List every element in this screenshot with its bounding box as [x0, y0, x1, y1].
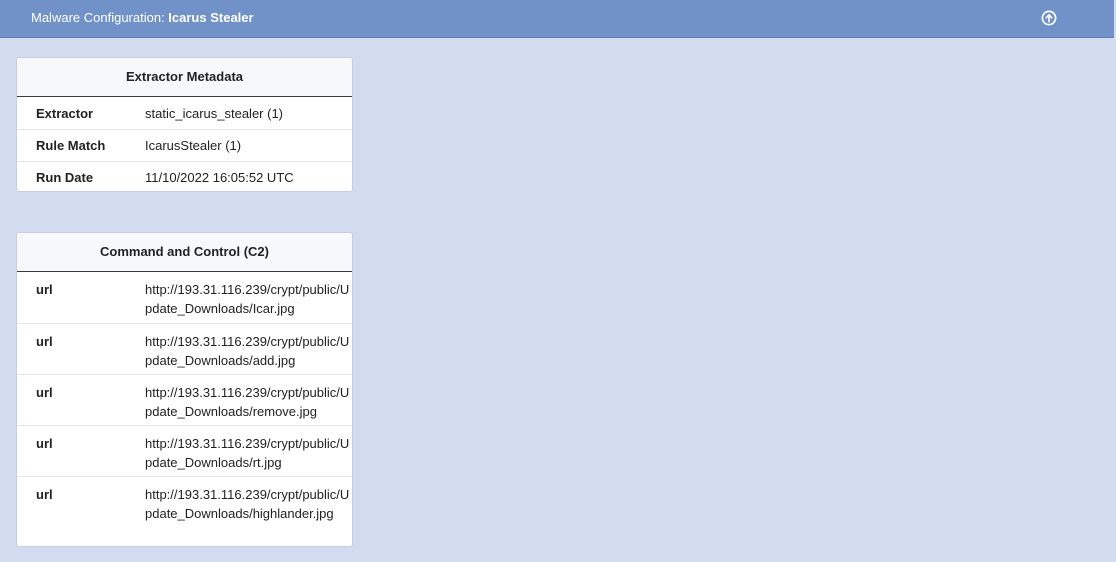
page-header: Malware Configuration: Icarus Stealer: [0, 0, 1114, 38]
extractor-metadata-card: Extractor Metadata Extractor static_icar…: [16, 57, 353, 192]
c2-row: url http://193.31.116.239/crypt/public/U…: [17, 476, 352, 546]
metadata-value: IcarusStealer (1): [145, 138, 242, 153]
circle-arrow-up-icon: [1041, 10, 1057, 26]
metadata-key: Rule Match: [36, 138, 106, 153]
metadata-row-run-date: Run Date 11/10/2022 16:05:52 UTC: [17, 161, 352, 193]
metadata-value: static_icarus_stealer (1): [145, 105, 283, 121]
c2-url-value: http://193.31.116.239/crypt/public/Updat…: [145, 334, 350, 368]
page-title: Malware Configuration: Icarus Stealer: [31, 10, 254, 26]
c2-key: url: [36, 487, 53, 502]
metadata-row-extractor: Extractor static_icarus_stealer (1): [17, 97, 352, 129]
c2-heading: Command and Control (C2): [17, 233, 352, 272]
c2-card: Command and Control (C2) url http://193.…: [16, 232, 353, 547]
metadata-row-rule-match: Rule Match IcarusStealer (1): [17, 129, 352, 161]
c2-url-value: http://193.31.116.239/crypt/public/Updat…: [145, 436, 350, 470]
c2-key: url: [36, 436, 53, 451]
c2-key: url: [36, 334, 53, 349]
collapse-button[interactable]: [1040, 9, 1058, 27]
c2-key: url: [36, 282, 53, 297]
c2-row: url http://193.31.116.239/crypt/public/U…: [17, 374, 352, 425]
c2-url-value: http://193.31.116.239/crypt/public/Updat…: [145, 385, 350, 419]
c2-key: url: [36, 385, 53, 400]
page-title-prefix: Malware Configuration:: [31, 10, 169, 25]
metadata-value: 11/10/2022 16:05:52 UTC: [145, 170, 294, 185]
c2-row: url http://193.31.116.239/crypt/public/U…: [17, 323, 352, 374]
metadata-key: Extractor: [36, 105, 94, 121]
c2-row: url http://193.31.116.239/crypt/public/U…: [17, 272, 352, 323]
c2-url-value: http://193.31.116.239/crypt/public/Updat…: [145, 487, 350, 521]
extractor-metadata-heading: Extractor Metadata: [17, 58, 352, 97]
c2-url-value: http://193.31.116.239/crypt/public/Updat…: [145, 282, 350, 316]
c2-row: url http://193.31.116.239/crypt/public/U…: [17, 425, 352, 476]
malware-family-name: Icarus Stealer: [168, 10, 254, 25]
metadata-key: Run Date: [36, 170, 94, 185]
